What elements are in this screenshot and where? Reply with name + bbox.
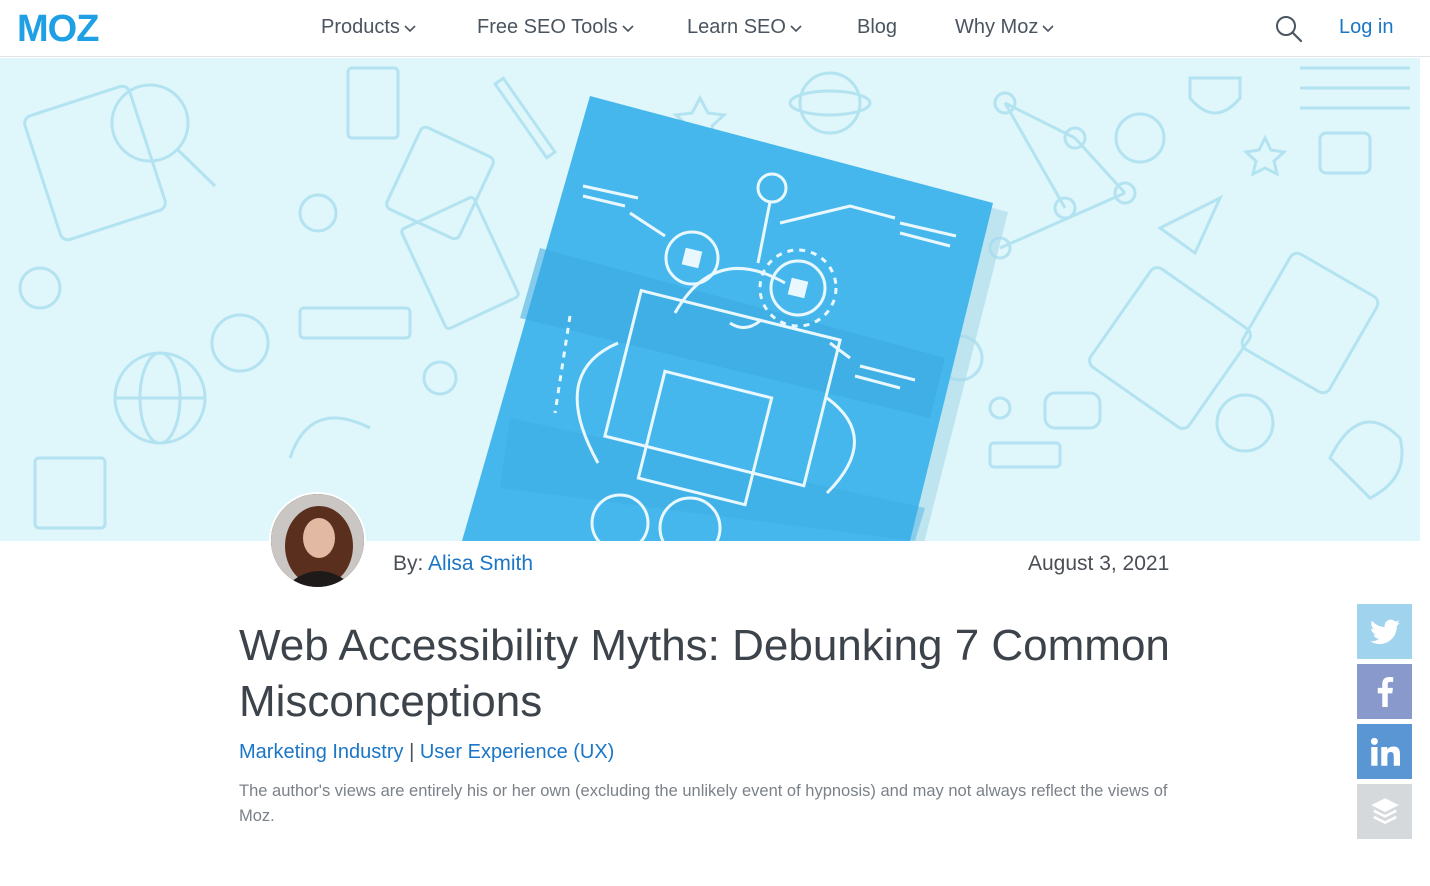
byline: By: Alisa Smith bbox=[393, 552, 533, 576]
buffer-icon bbox=[1370, 797, 1399, 824]
author-avatar[interactable] bbox=[269, 492, 366, 589]
category-separator: | bbox=[409, 741, 415, 763]
article-title: Web Accessibility Myths: Debunking 7 Com… bbox=[239, 621, 1170, 726]
login-link[interactable]: Log in bbox=[1339, 16, 1394, 39]
nav-why-moz-label: Why Moz bbox=[955, 16, 1039, 38]
svg-text:MOZ: MOZ bbox=[17, 12, 99, 44]
nav-products-label: Products bbox=[321, 16, 400, 38]
nav-blog-label: Blog bbox=[857, 16, 898, 38]
author-link[interactable]: Alisa Smith bbox=[428, 552, 533, 575]
share-buffer-button[interactable] bbox=[1357, 784, 1412, 839]
publish-date: August 3, 2021 bbox=[1028, 552, 1170, 575]
nav-why-moz[interactable]: Why Moz bbox=[955, 16, 1054, 39]
share-linkedin-button[interactable] bbox=[1357, 724, 1412, 779]
category-link-ux[interactable]: User Experience (UX) bbox=[420, 741, 615, 763]
chevron-down-icon bbox=[622, 25, 634, 33]
nav-free-seo-tools[interactable]: Free SEO Tools bbox=[477, 16, 634, 39]
moz-logo[interactable]: MOZ bbox=[17, 12, 121, 44]
author-disclaimer: The author's views are entirely his or h… bbox=[239, 782, 1168, 825]
nav-learn-seo[interactable]: Learn SEO bbox=[687, 16, 802, 39]
share-facebook-button[interactable] bbox=[1357, 664, 1412, 719]
search-icon[interactable] bbox=[1274, 14, 1304, 44]
hero-image bbox=[0, 58, 1420, 541]
nav-blog[interactable]: Blog bbox=[857, 16, 897, 39]
linkedin-icon bbox=[1370, 737, 1400, 766]
category-link-marketing-industry[interactable]: Marketing Industry bbox=[239, 741, 404, 763]
chevron-down-icon bbox=[404, 25, 416, 33]
share-twitter-button[interactable] bbox=[1357, 604, 1412, 659]
hero-illustration bbox=[18, 66, 1410, 541]
chevron-down-icon bbox=[1042, 25, 1054, 33]
article-categories: Marketing Industry | User Experience (UX… bbox=[239, 741, 614, 764]
site-header: MOZ Products Free SEO Tools Learn SEO Bl… bbox=[0, 0, 1430, 57]
nav-products[interactable]: Products bbox=[321, 16, 416, 39]
chevron-down-icon bbox=[790, 25, 802, 33]
facebook-icon bbox=[1377, 676, 1393, 707]
twitter-icon bbox=[1369, 619, 1400, 644]
nav-learn-seo-label: Learn SEO bbox=[687, 16, 786, 38]
byline-prefix: By: bbox=[393, 552, 424, 575]
nav-free-seo-tools-label: Free SEO Tools bbox=[477, 16, 618, 38]
